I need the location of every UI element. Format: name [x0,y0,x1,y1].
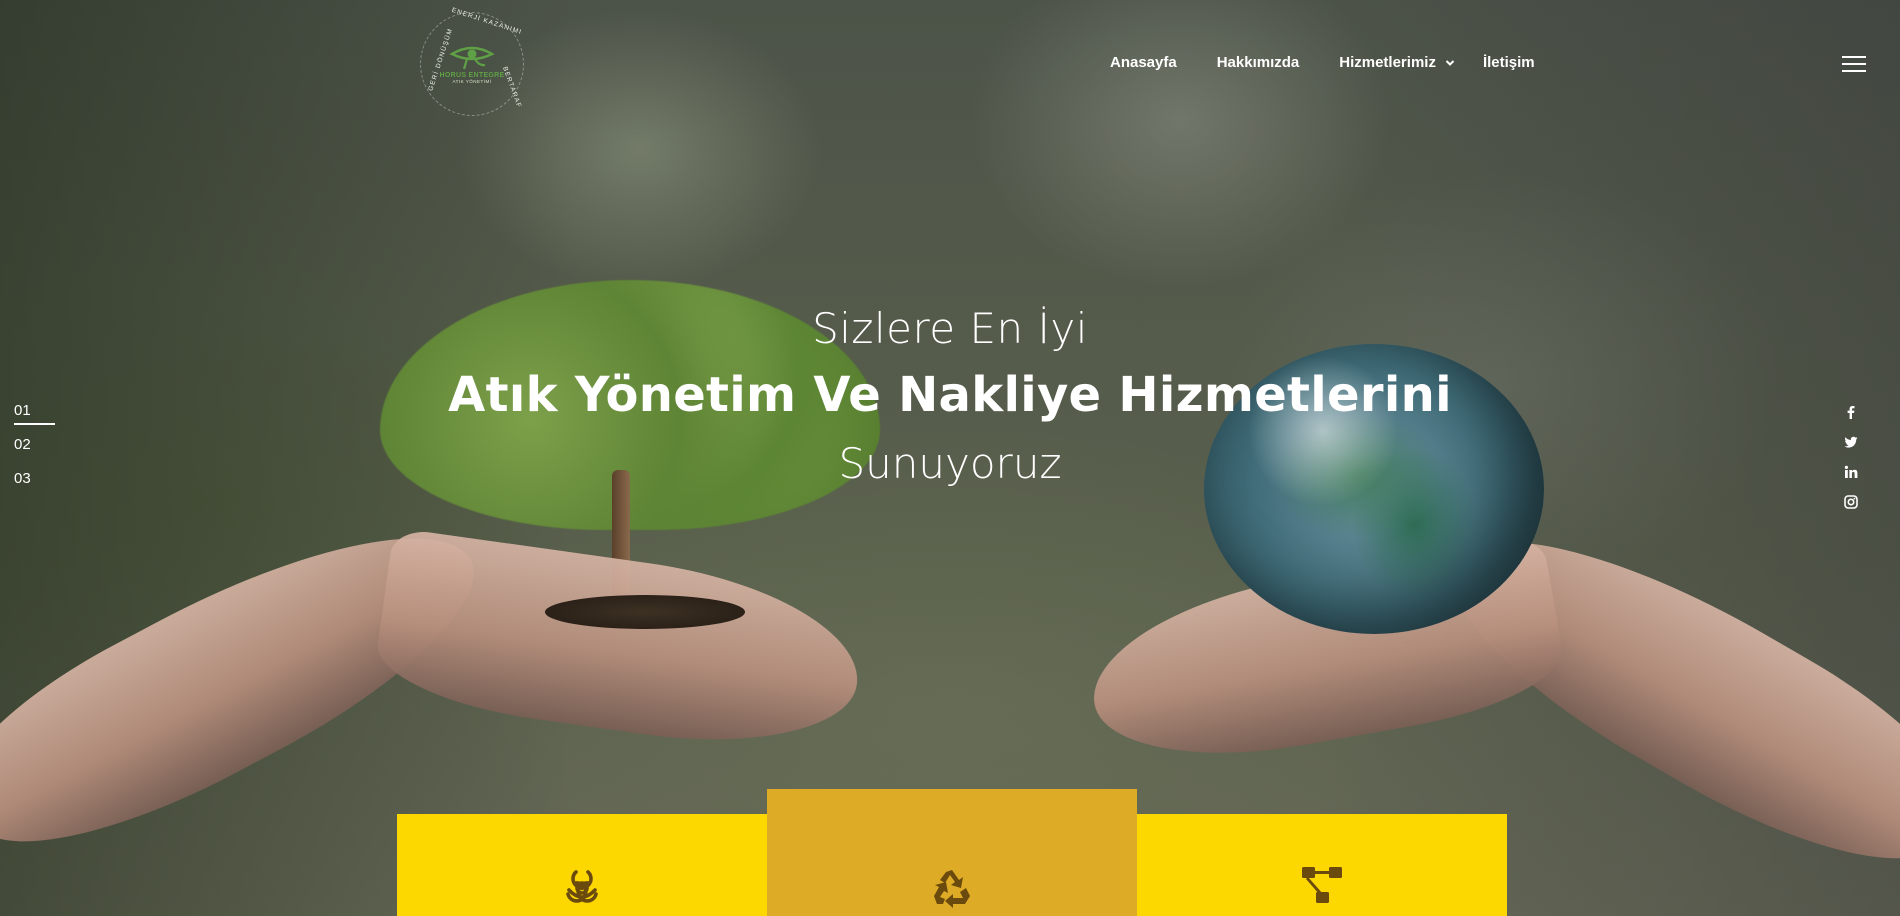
nav-about[interactable]: Hakkımızda [1217,54,1300,71]
main-navigation: Anasayfa Hakkımızda Hizmetlerimiz İletiş… [1110,54,1535,71]
hamburger-line [1842,63,1866,65]
hero-heading: Sizlere En İyi Atık Yönetim Ve Nakliye H… [0,304,1900,488]
service-card-recycle[interactable] [767,789,1137,916]
instagram-icon[interactable] [1843,495,1859,511]
sitemap-icon [1302,867,1342,903]
service-card-biohazard[interactable] [397,814,767,916]
nav-contact[interactable]: İletişim [1483,54,1535,71]
hamburger-line [1842,56,1866,58]
tree-soil [545,595,745,629]
nav-home[interactable]: Anasayfa [1110,54,1177,71]
service-card-sitemap[interactable] [1137,814,1507,916]
hamburger-menu-button[interactable] [1842,56,1866,72]
nav-services-label: Hizmetlerimiz [1339,54,1436,71]
eye-of-horus-icon [449,46,495,70]
nav-services[interactable]: Hizmetlerimiz [1339,54,1455,71]
chevron-down-icon [1445,59,1455,66]
biohazard-icon [566,870,598,903]
site-logo[interactable]: ENERJİ KAZANIMI GERİ DÖNÜŞÜM BERTARAF HO… [420,7,524,116]
hero-line-3: Sunuyoruz [838,439,1062,488]
hero-line-1: Sizlere En İyi [812,304,1088,353]
hamburger-line [1842,70,1866,72]
hero-line-2: Atık Yönetim Ve Nakliye Hizmetlerini [448,367,1452,423]
recycle-icon [934,870,970,908]
